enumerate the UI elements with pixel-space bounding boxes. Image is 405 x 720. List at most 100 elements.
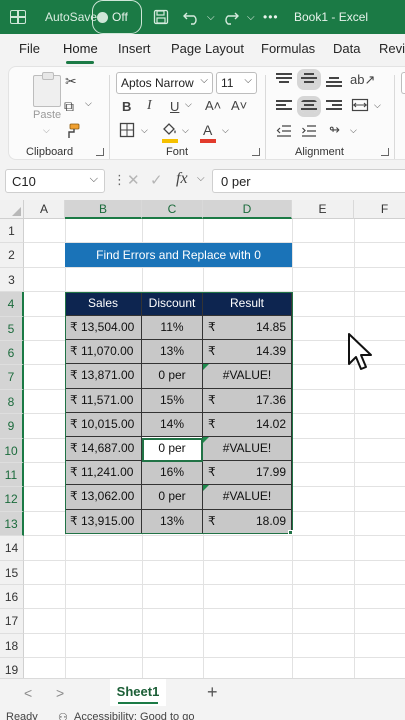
align-middle-icon[interactable] (297, 69, 321, 90)
tab-page-layout[interactable]: Page Layout (171, 41, 244, 56)
borders-icon[interactable] (119, 122, 135, 141)
row-header[interactable]: 13 (0, 512, 24, 536)
row-header[interactable]: 18 (0, 634, 24, 658)
font-color-icon[interactable]: A (203, 122, 212, 138)
more-icon[interactable]: ⋮ (113, 172, 126, 188)
result-cell[interactable]: ₹17.36 (203, 389, 292, 413)
row-header[interactable]: 11 (0, 463, 24, 487)
worksheet-grid[interactable]: A B C D E F 1 2 3 4 5 6 7 8 9 10 11 12 13 14 15 16 17 18 1… (0, 200, 405, 678)
discount-cell[interactable]: 0 per (142, 364, 203, 389)
align-left-icon[interactable] (276, 100, 292, 113)
sales-cell[interactable]: ₹ 11,070.00 (65, 340, 142, 364)
fx-dropdown-icon[interactable]: ⌵ (197, 173, 205, 184)
tab-review[interactable]: Revi (379, 41, 405, 56)
tab-insert[interactable]: Insert (118, 41, 151, 56)
undo-dropdown-icon[interactable]: ⌵ (207, 0, 215, 34)
row-header[interactable]: 14 (0, 536, 24, 561)
clipboard-launcher-icon[interactable] (96, 148, 104, 156)
row-header[interactable]: 5 (0, 317, 24, 341)
column-header-e[interactable]: E (292, 200, 354, 219)
error-indicator-icon[interactable] (203, 437, 209, 443)
more-commands-icon[interactable]: ••• (263, 0, 279, 34)
row-header[interactable]: 1 (0, 219, 24, 243)
column-header-f[interactable]: F (354, 200, 405, 219)
font-size-dropdown[interactable]: 11 ⌵ (216, 72, 257, 94)
font-name-dropdown[interactable]: Aptos Narrow ⌵ (116, 72, 213, 94)
wrap-dropdown-icon[interactable]: ⌵ (350, 125, 357, 136)
underline-dropdown-icon[interactable]: ⌵ (185, 99, 192, 110)
prev-sheet-icon[interactable]: < (24, 685, 32, 701)
redo-dropdown-icon[interactable]: ⌵ (247, 0, 255, 34)
sales-cell[interactable]: ₹ 11,571.00 (65, 389, 142, 413)
select-all-corner[interactable] (0, 200, 24, 219)
fill-handle[interactable] (288, 530, 293, 535)
result-cell[interactable]: #VALUE! (203, 485, 292, 510)
align-bottom-icon[interactable] (326, 77, 342, 90)
fill-color-dropdown-icon[interactable]: ⌵ (182, 125, 189, 136)
underline-icon[interactable]: U (170, 99, 179, 114)
sheet-tab-sheet1[interactable]: Sheet1 (110, 679, 166, 706)
discount-cell[interactable]: 13% (142, 340, 203, 364)
font-launcher-icon[interactable] (252, 148, 260, 156)
sales-cell[interactable]: ₹ 13,871.00 (65, 364, 142, 389)
discount-cell[interactable]: 15% (142, 389, 203, 413)
row-header[interactable]: 19 (0, 658, 24, 678)
discount-cell[interactable]: 0 per (142, 485, 203, 510)
column-header-b[interactable]: B (65, 200, 142, 219)
increase-font-size-icon[interactable]: A˄ (205, 98, 221, 113)
merge-center-icon[interactable] (351, 97, 369, 116)
wrap-text-icon[interactable]: ↬ (329, 122, 340, 138)
error-indicator-icon[interactable] (203, 364, 209, 370)
sales-cell[interactable]: ₹ 13,062.00 (65, 485, 142, 510)
result-cell[interactable]: ₹17.99 (203, 461, 292, 485)
cancel-icon[interactable]: ✕ (127, 171, 140, 189)
align-top-icon[interactable] (276, 73, 292, 86)
discount-cell[interactable]: 13% (142, 510, 203, 534)
borders-dropdown-icon[interactable]: ⌵ (141, 125, 148, 136)
header-result[interactable]: Result (203, 292, 292, 316)
formula-input[interactable]: 0 per (212, 169, 405, 193)
italic-icon[interactable]: I (147, 98, 152, 114)
font-color-dropdown-icon[interactable]: ⌵ (222, 125, 229, 136)
tab-data[interactable]: Data (333, 41, 360, 56)
align-right-icon[interactable] (326, 100, 342, 113)
name-box[interactable]: C10 ⌵ (5, 169, 105, 193)
result-cell[interactable]: ₹14.02 (203, 413, 292, 437)
sales-cell[interactable]: ₹ 13,915.00 (65, 510, 142, 534)
row-header[interactable]: 7 (0, 365, 24, 390)
paste-dropdown-icon[interactable]: ⌵ (43, 125, 50, 136)
row-header[interactable]: 16 (0, 585, 24, 609)
row-header[interactable]: 6 (0, 341, 24, 365)
column-header-c[interactable]: C (142, 200, 203, 219)
insert-function-icon[interactable]: fx (176, 170, 188, 188)
alignment-launcher-icon[interactable] (381, 148, 389, 156)
add-sheet-button[interactable]: + (207, 682, 218, 703)
autosave-toggle[interactable]: Off (92, 0, 142, 34)
sales-cell[interactable]: ₹ 14,687.00 (65, 437, 142, 461)
row-header[interactable]: 17 (0, 609, 24, 634)
column-header-d[interactable]: D (203, 200, 292, 219)
bold-icon[interactable]: B (122, 99, 131, 114)
enter-check-icon[interactable]: ✓ (150, 171, 163, 189)
title-cell[interactable]: Find Errors and Replace with 0 (65, 243, 292, 267)
format-painter-icon[interactable] (65, 123, 81, 142)
align-center-icon[interactable] (297, 96, 321, 117)
result-cell[interactable]: #VALUE! (203, 364, 292, 389)
tab-home[interactable]: Home (63, 41, 98, 56)
row-header[interactable]: 9 (0, 414, 24, 439)
row-header[interactable]: 10 (0, 439, 24, 463)
status-accessibility[interactable]: Accessibility: Good to go (74, 711, 194, 720)
discount-cell[interactable]: 0 per (142, 437, 203, 461)
orientation-icon[interactable]: ab↗ (350, 72, 375, 88)
row-header[interactable]: 15 (0, 561, 24, 585)
tab-file[interactable]: File (19, 41, 40, 56)
sales-cell[interactable]: ₹ 10,015.00 (65, 413, 142, 437)
copy-dropdown-icon[interactable]: ⌵ (85, 98, 92, 109)
sales-cell[interactable]: ₹ 13,504.00 (65, 316, 142, 340)
row-header[interactable]: 8 (0, 390, 24, 414)
copy-icon[interactable]: ⧉ (64, 98, 74, 115)
row-header[interactable]: 2 (0, 243, 24, 268)
undo-icon[interactable] (182, 0, 202, 34)
row-header[interactable]: 4 (0, 292, 24, 317)
result-cell[interactable]: #VALUE! (203, 437, 292, 461)
